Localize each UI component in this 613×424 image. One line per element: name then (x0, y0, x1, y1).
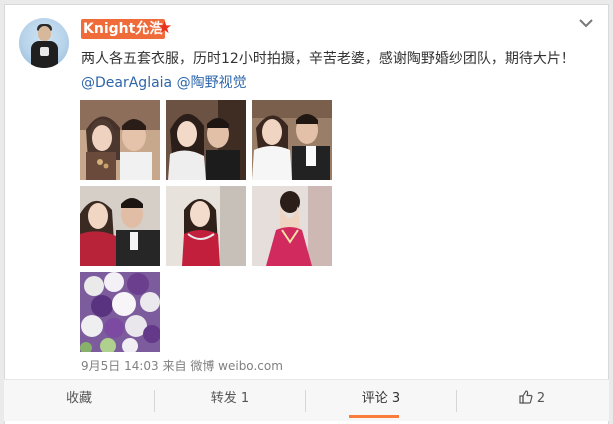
post-text: 两人各五套衣服，历时12小时拍摄，辛苦老婆，感谢陶野婚纱团队，期待大片！ @Dea… (81, 47, 581, 95)
photo-thumbnail[interactable] (252, 100, 332, 180)
favorite-button[interactable]: 收藏 (4, 380, 154, 420)
photo-thumbnail[interactable] (80, 100, 160, 180)
post-body-text: 两人各五套衣服，历时12小时拍摄，辛苦老婆，感谢陶野婚纱团队，期待大片！ (81, 51, 575, 67)
username-link[interactable]: Knight允浩 (81, 19, 166, 39)
avatar-head (38, 26, 51, 41)
user-avatar[interactable] (19, 18, 69, 68)
avatar-shirt-print (40, 47, 49, 56)
weibo-post-card: Knight允浩 ★ 两人各五套衣服，历时12小时拍摄，辛苦老婆，感谢陶野婚纱团… (4, 4, 609, 424)
comment-button[interactable]: 评论 3 (306, 380, 456, 420)
repost-button[interactable]: 转发 1 (155, 380, 305, 420)
mention-taoye-visual[interactable]: @陶野视觉 (177, 75, 247, 91)
mention-dearaglaia[interactable]: @DearAglaia (81, 75, 172, 91)
photo-thumbnail[interactable] (80, 186, 160, 266)
repost-label: 转发 1 (210, 391, 250, 406)
post-timestamp-link[interactable]: 9月5日 14:03 (81, 359, 159, 373)
like-count: 2 (536, 391, 546, 406)
photo-thumbnail[interactable] (166, 100, 246, 180)
chevron-down-icon[interactable] (579, 17, 593, 29)
thumbs-up-icon (519, 390, 533, 404)
vip-star-icon[interactable]: ★ (157, 18, 172, 38)
source-link[interactable]: 微博 weibo.com (190, 359, 283, 373)
favorite-label: 收藏 (65, 391, 92, 406)
active-tab-indicator (349, 415, 399, 418)
photo-thumbnail[interactable] (166, 186, 246, 266)
post-meta: 9月5日 14:03 来自 微博 weibo.com (81, 358, 283, 374)
photo-thumbnail[interactable] (80, 272, 160, 352)
post-action-bar: 收藏 转发 1 评论 3 2 (4, 379, 609, 421)
photo-thumbnail[interactable] (252, 186, 332, 266)
source-prefix: 来自 (162, 359, 187, 373)
like-button[interactable]: 2 (457, 380, 607, 420)
comment-label: 评论 3 (361, 391, 401, 406)
